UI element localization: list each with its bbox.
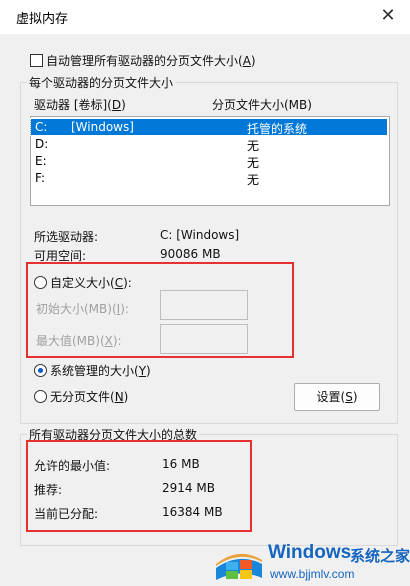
close-icon[interactable]: ✕ <box>378 6 398 26</box>
watermark-url: www.bjjmlv.com <box>270 567 355 581</box>
set-button[interactable]: 设置(S) <box>294 383 380 411</box>
no-paging-radio[interactable] <box>34 390 47 403</box>
selected-drive-value: C: [Windows] <box>160 228 240 242</box>
no-paging-label[interactable]: 无分页文件(N) <box>50 388 128 405</box>
virtual-memory-dialog: 虚拟内存 ✕ 自动管理所有驱动器的分页文件大小(A) 每个驱动器的分页文件大小 … <box>0 0 410 586</box>
auto-manage-checkbox[interactable] <box>30 54 43 67</box>
window-title: 虚拟内存 <box>16 12 69 27</box>
system-managed-radio[interactable] <box>34 364 47 377</box>
annotation-box-custom <box>26 262 294 358</box>
system-managed-label[interactable]: 系统管理的大小(Y) <box>50 362 151 379</box>
windows-logo-icon <box>216 553 262 580</box>
auto-manage-label[interactable]: 自动管理所有驱动器的分页文件大小(A) <box>46 52 256 69</box>
drive-row-f[interactable]: F: 无 <box>31 170 387 187</box>
watermark: Windows 系统之家 www.bjjmlv.com <box>210 534 410 586</box>
title-bar: 虚拟内存 ✕ <box>0 0 410 34</box>
drive-list[interactable]: C: [Windows] 托管的系统 D: 无 E: 无 F: 无 <box>30 116 390 206</box>
annotation-box-totals <box>26 440 252 532</box>
watermark-site-cn: 系统之家 <box>350 548 410 565</box>
drive-row-d[interactable]: D: 无 <box>31 136 387 153</box>
col-size-header: 分页文件大小(MB) <box>212 98 312 112</box>
col-drive-header: 驱动器 [卷标](D) <box>34 98 126 112</box>
drive-row-c[interactable]: C: [Windows] 托管的系统 <box>30 118 388 136</box>
drive-row-e[interactable]: E: 无 <box>31 153 387 170</box>
free-space-value: 90086 MB <box>160 247 221 261</box>
per-drive-group-label: 每个驱动器的分页文件大小 <box>27 74 176 91</box>
selected-drive-label: 所选驱动器: <box>34 230 99 244</box>
watermark-brand: Windows <box>268 542 352 563</box>
